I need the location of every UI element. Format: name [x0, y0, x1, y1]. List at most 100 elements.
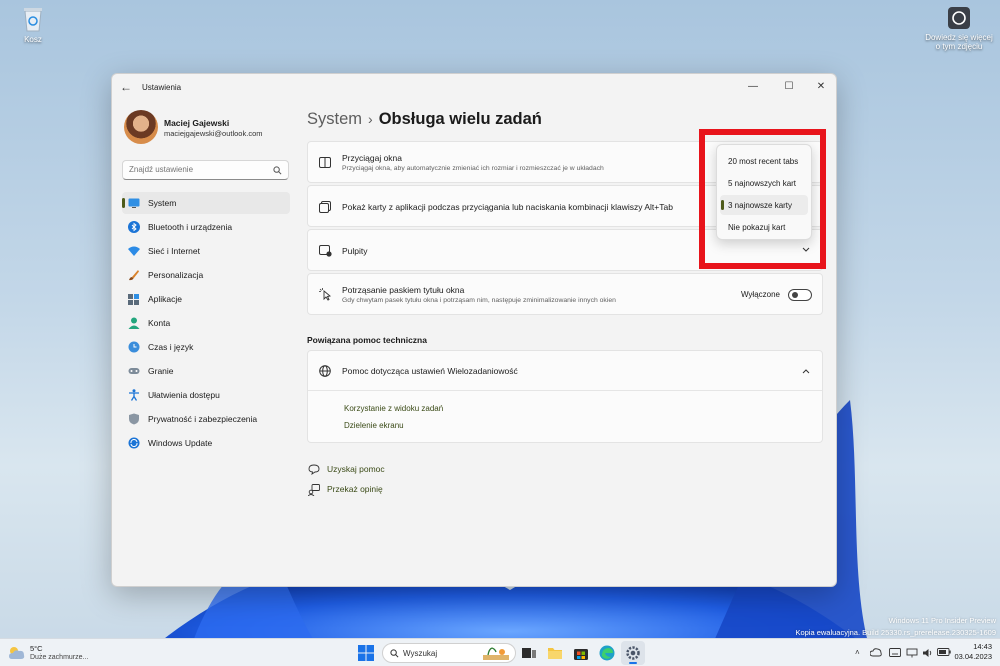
close-icon[interactable]: ✕: [812, 78, 830, 96]
recycle-bin-shortcut[interactable]: Kosz: [14, 6, 52, 44]
watermark-line-1: Windows 11 Pro Insider Preview: [888, 616, 996, 625]
sidebar-item-label: Konta: [148, 318, 171, 328]
recycle-bin-label: Kosz: [24, 35, 42, 44]
sidebar-item-label: Prywatność i zabezpieczenia: [148, 414, 258, 424]
sidebar-item-bluetooth[interactable]: Bluetooth i urządzenia: [122, 216, 290, 238]
sidebar-item-time-language[interactable]: Czas i język: [122, 336, 290, 358]
taskbar-search[interactable]: Wyszukaj: [382, 643, 516, 663]
minimize-icon[interactable]: —: [744, 78, 762, 96]
help-link-split-screen[interactable]: Dzielenie ekranu: [344, 421, 404, 430]
sidebar-item-network[interactable]: Sieć i Internet: [122, 240, 290, 262]
sidebar-item-gaming[interactable]: Granie: [122, 360, 290, 382]
gear-icon: [626, 646, 640, 660]
feedback-link[interactable]: Przekaż opinię: [327, 484, 383, 494]
cursor-shake-icon: [319, 288, 331, 301]
title-bar-shake-card[interactable]: Potrząsanie paskiem tytułu okna Gdy chwy…: [307, 273, 823, 315]
arrow-left-icon[interactable]: ←: [120, 80, 132, 94]
profile-email: maciejgajewski@outlook.com: [164, 129, 263, 138]
battery-icon[interactable]: [937, 648, 951, 656]
tabs-icon: [319, 201, 331, 213]
task-view-icon[interactable]: [521, 645, 537, 661]
volume-icon[interactable]: [922, 648, 934, 658]
active-indicator: [122, 198, 125, 208]
get-help-link[interactable]: Uzyskaj pomoc: [327, 464, 385, 474]
file-explorer-icon[interactable]: [547, 645, 563, 661]
help-icon: [308, 464, 320, 475]
system-clock[interactable]: 14:43 03.04.2023: [954, 642, 992, 662]
clock-time: 14:43: [973, 642, 992, 651]
shake-toggle[interactable]: [788, 289, 812, 301]
sidebar-item-label: Sieć i Internet: [148, 246, 200, 256]
apps-icon: [128, 294, 139, 305]
sidebar-item-label: Bluetooth i urządzenia: [148, 222, 233, 232]
monitor-icon: [128, 198, 140, 208]
settings-taskbar-button[interactable]: [621, 641, 645, 665]
sidebar-item-label: Czas i język: [148, 342, 194, 352]
feedback-icon: [308, 484, 320, 496]
edge-browser-icon[interactable]: [599, 645, 615, 661]
weather-cloud-icon[interactable]: [8, 646, 26, 660]
settings-search[interactable]: [122, 160, 289, 180]
globe-icon: [319, 365, 331, 377]
card-description: Przyciągaj okna, aby automatycznie zmien…: [342, 165, 604, 172]
chevron-up-icon[interactable]: ˄: [855, 648, 860, 657]
sidebar-item-label: Personalizacja: [148, 270, 204, 280]
sidebar-item-accounts[interactable]: Konta: [122, 312, 290, 334]
breadcrumb-parent[interactable]: System: [307, 110, 362, 128]
sidebar-item-label: Granie: [148, 366, 174, 376]
shield-icon: [129, 413, 139, 425]
taskbar-search-label: Wyszukaj: [403, 649, 438, 658]
profile-name: Maciej Gajewski: [164, 118, 230, 128]
sidebar-item-windows-update[interactable]: Windows Update: [122, 432, 290, 454]
weather-temperature[interactable]: 5°C: [30, 644, 43, 653]
wifi-icon: [128, 246, 140, 256]
person-icon: [128, 317, 140, 329]
sidebar-item-privacy[interactable]: Prywatność i zabezpieczenia: [122, 408, 290, 430]
related-help-header[interactable]: Pomoc dotycząca ustawień Wielozadaniowoś…: [308, 351, 822, 391]
search-icon: [273, 166, 282, 175]
recycle-bin-icon: [24, 8, 42, 32]
search-icon: [390, 649, 399, 658]
sidebar-item-accessibility[interactable]: Ułatwienia dostępu: [122, 384, 290, 406]
sidebar-item-personalization[interactable]: Personalizacja: [122, 264, 290, 286]
evaluation-watermark: Windows 11 Pro Insider Preview Kopia ewa…: [795, 615, 996, 639]
card-description: Gdy chwytam pasek tytułu okna i potrząsa…: [342, 297, 616, 304]
sidebar-item-apps[interactable]: Aplikacje: [122, 288, 290, 310]
breadcrumb-separator: ›: [368, 111, 373, 127]
sidebar-item-label: Windows Update: [148, 438, 213, 448]
cloud-icon[interactable]: [870, 648, 882, 657]
learn-more-shortcut[interactable]: Dowiedz się więcej o tym zdjęciu: [924, 6, 994, 51]
avatar: [124, 110, 158, 144]
toggle-state-label: Wyłączone: [740, 290, 780, 299]
active-app-indicator: [629, 662, 637, 664]
network-icon[interactable]: [906, 648, 918, 658]
title-bar: ← Ustawienia — ☐ ✕: [112, 74, 836, 102]
snap-layout-icon: [319, 157, 331, 168]
clock-date: 03.04.2023: [954, 652, 992, 661]
globe-clock-icon: [128, 341, 140, 353]
start-windows-icon[interactable]: [358, 645, 374, 661]
maximize-icon[interactable]: ☐: [780, 78, 798, 96]
chevron-up-icon[interactable]: [802, 368, 810, 374]
keyboard-icon[interactable]: [889, 648, 901, 657]
learn-more-label-1: Dowiedz się więcej: [925, 33, 993, 42]
sidebar-item-label: System: [148, 198, 177, 208]
sidebar-item-label: Aplikacje: [148, 294, 183, 304]
brush-icon: [129, 270, 139, 281]
card-title: Pulpity: [342, 246, 368, 256]
gamepad-icon: [128, 368, 140, 374]
search-input[interactable]: [129, 165, 269, 174]
card-title: Pokaż karty z aplikacji podczas przyciąg…: [342, 202, 673, 212]
breadcrumb: System › Obsługa wielu zadań: [307, 110, 542, 129]
card-title: Przyciągaj okna: [342, 153, 403, 163]
toggle-knob: [792, 292, 798, 298]
sidebar-item-label: Ułatwienia dostępu: [148, 390, 220, 400]
camera-info-icon: [948, 7, 970, 29]
microsoft-store-icon[interactable]: [573, 645, 589, 661]
bluetooth-icon: [128, 221, 140, 233]
desktops-icon: [319, 245, 332, 257]
sidebar-item-system[interactable]: System: [122, 192, 290, 214]
taskbar: 5°C Duże zachmurze... Wyszukaj ˄ 14:43 0…: [0, 638, 1000, 666]
weather-description[interactable]: Duże zachmurze...: [30, 654, 88, 661]
help-link-task-view[interactable]: Korzystanie z widoku zadań: [344, 404, 443, 413]
